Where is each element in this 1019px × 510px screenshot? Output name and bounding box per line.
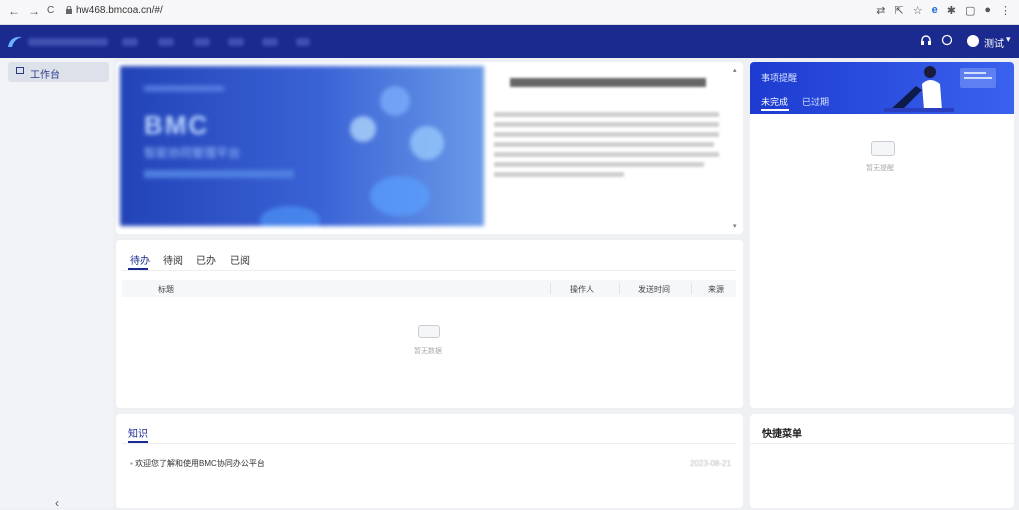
chevron-down-icon[interactable]: ▾ — [1006, 34, 1011, 45]
share-icon[interactable]: ⇱ — [895, 4, 904, 17]
browser-toolbar: ← → C hw468.bmcoa.cn/#/ ⇄ ⇱ ☆ e ✱ ▢ ● ⋮ — [0, 0, 1019, 25]
quick-entry-title: 快捷菜单 — [762, 429, 802, 440]
scroll-down-icon[interactable]: ▾ — [733, 222, 737, 230]
star-icon[interactable]: ☆ — [913, 4, 923, 17]
list-item[interactable]: ▪ 欢迎您了解和使用BMC协同办公平台 — [130, 458, 265, 469]
address-bar[interactable]: hw468.bmcoa.cn/#/ — [76, 5, 163, 16]
column-operator[interactable]: 操作人 — [570, 284, 594, 295]
headset-icon[interactable] — [920, 34, 932, 46]
app-header: 测试 ▾ — [0, 25, 1019, 58]
logo-icon — [8, 36, 22, 47]
window-icon[interactable]: ▢ — [965, 4, 975, 17]
profile-icon[interactable]: ● — [984, 4, 991, 17]
user-name[interactable]: 测试 — [984, 35, 1004, 50]
tab-todo[interactable]: 待办 — [130, 252, 150, 267]
announcement-title[interactable] — [510, 78, 706, 87]
back-button[interactable]: ← — [8, 4, 20, 18]
column-title[interactable]: 标题 — [158, 284, 174, 295]
empty-box-icon — [418, 325, 440, 338]
column-send-time[interactable]: 发送时间 — [638, 284, 670, 295]
power-icon[interactable] — [941, 34, 953, 46]
nav-item[interactable] — [122, 38, 138, 46]
column-source[interactable]: 来源 — [708, 284, 724, 295]
sidebar: 工作台 ‹ — [0, 58, 113, 510]
tab-to-read[interactable]: 待阅 — [163, 252, 183, 267]
list-item-date: 2023-08-21 — [690, 459, 731, 468]
nav-item[interactable] — [228, 38, 244, 46]
reminder-empty-text: 暂无提醒 — [866, 165, 894, 172]
reminder-title: 事项提醒 — [761, 73, 798, 83]
translate-icon[interactable]: ⇄ — [876, 4, 885, 17]
reminder-header: 事项提醒 未完成 已过期 — [750, 62, 1014, 114]
avatar[interactable] — [967, 35, 979, 47]
tab-done[interactable]: 已办 — [196, 252, 216, 267]
scroll-up-icon[interactable]: ▴ — [733, 66, 737, 74]
tab-read[interactable]: 已阅 — [230, 252, 250, 267]
nav-item[interactable] — [262, 38, 278, 46]
tab-expired[interactable]: 已过期 — [802, 95, 829, 108]
extension-e-icon[interactable]: e — [932, 4, 938, 17]
monitor-icon — [16, 67, 24, 74]
browser-menu-icon[interactable]: ⋮ — [1000, 4, 1011, 17]
sidebar-item-label: 工作台 — [30, 70, 60, 81]
nav-item[interactable] — [296, 38, 310, 46]
sidebar-item-workbench[interactable]: 工作台 — [8, 62, 109, 82]
empty-box-icon — [871, 141, 895, 156]
lock-icon — [66, 6, 72, 14]
todo-table-header: 标题 操作人 发送时间 来源 — [122, 280, 736, 297]
nav-item[interactable] — [194, 38, 210, 46]
illustration — [884, 66, 996, 112]
empty-text: 暂无数据 — [414, 348, 442, 355]
tab-unfinished[interactable]: 未完成 — [761, 95, 788, 108]
forward-button[interactable]: → — [28, 4, 40, 18]
nav-item[interactable] — [28, 38, 108, 46]
knowledge-title[interactable]: 知识 — [128, 425, 148, 440]
nav-item[interactable] — [158, 38, 174, 46]
banner-tagline: 智能协同管理平台 — [144, 146, 241, 160]
puzzle-icon[interactable]: ✱ — [947, 4, 956, 17]
banner-image[interactable]: BMC 智能协同管理平台 — [120, 66, 484, 226]
reload-button[interactable]: C — [47, 5, 54, 16]
banner-brand: BMC — [144, 110, 210, 140]
